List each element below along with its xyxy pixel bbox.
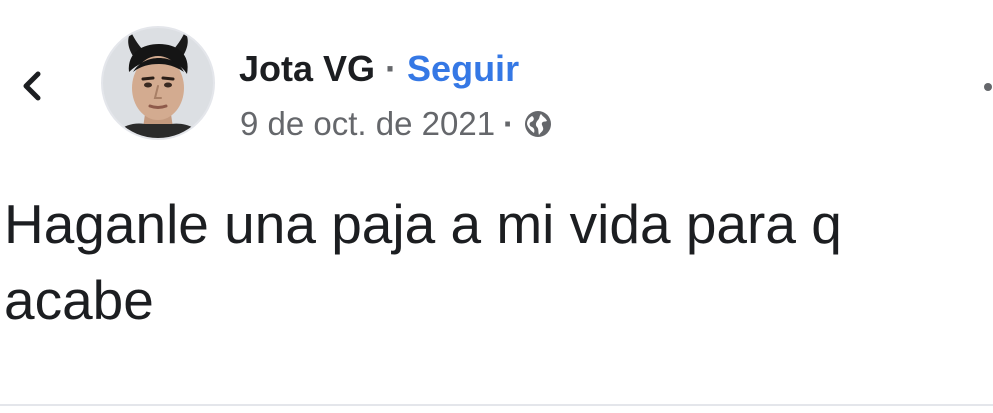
avatar[interactable] — [101, 26, 215, 140]
follow-button[interactable]: Seguir — [407, 46, 519, 92]
back-button[interactable] — [14, 66, 50, 106]
meta-separator: · — [503, 105, 515, 142]
chevron-left-icon — [23, 71, 41, 101]
author-name[interactable]: Jota VG — [239, 46, 375, 92]
more-options-icon — [984, 83, 992, 91]
post-meta: 9 de oct. de 2021 · — [240, 103, 554, 145]
header-separator: · — [385, 48, 398, 89]
facebook-post: Jota VG · Seguir 9 de oct. de 2021 · Hag… — [0, 0, 993, 413]
divider — [0, 404, 993, 406]
post-header: Jota VG · Seguir — [239, 46, 519, 92]
globe-icon[interactable] — [522, 108, 554, 140]
post-text: Haganle una paja a mi vida para q acabe — [4, 193, 842, 331]
post-date[interactable]: 9 de oct. de 2021 — [240, 105, 495, 143]
more-options-button[interactable] — [978, 80, 992, 94]
profile-photo — [103, 28, 213, 138]
